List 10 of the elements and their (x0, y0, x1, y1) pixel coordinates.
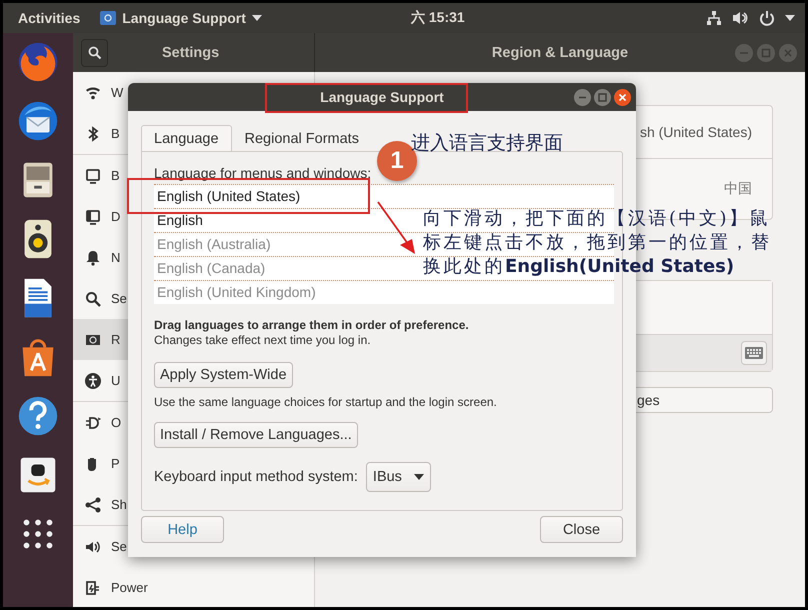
panel-title: Region & Language (492, 44, 628, 60)
drag-note: Changes take effect next time you log in. (154, 333, 372, 348)
apply-note: Use the same language choices for startup and the login screen. (154, 395, 498, 409)
drag-hint: Drag languages to arrange them in order of preference. (154, 318, 470, 333)
list-label: Language for menus and windows: (154, 165, 372, 181)
dialog-title: Language Support (320, 89, 444, 105)
window-title: Settings (162, 44, 220, 60)
keyboard-input-label: Keyboard input method system: (154, 469, 358, 485)
formats-value: 中国 (724, 180, 752, 198)
language-value: sh (United States) (640, 124, 752, 140)
